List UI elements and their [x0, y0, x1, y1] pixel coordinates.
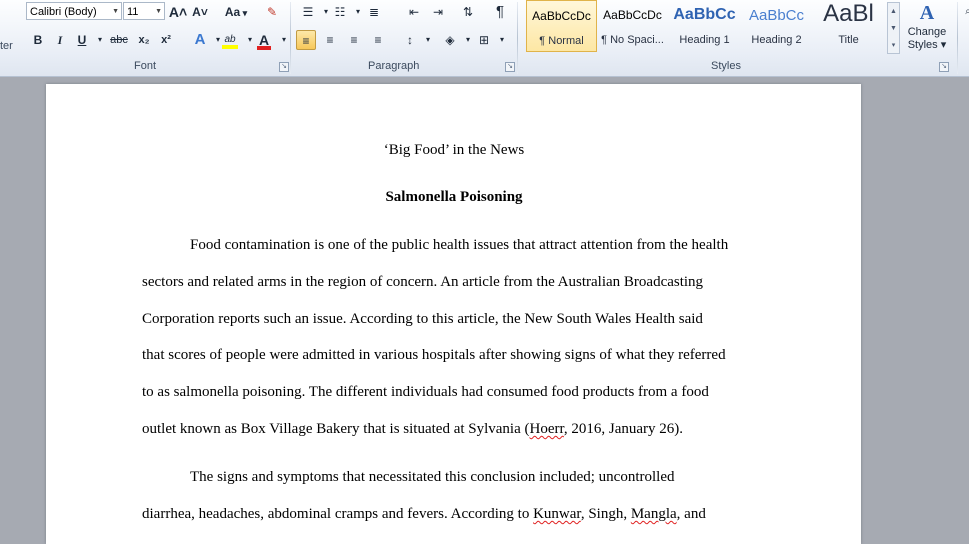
change-case-button[interactable]: Aa ▾ — [222, 2, 250, 22]
font-color-swatch — [257, 46, 271, 50]
grow-font-button[interactable]: A˄ — [168, 2, 188, 22]
spelling-error[interactable]: Kunwar — [533, 506, 581, 522]
highlight-button[interactable]: ab — [220, 30, 240, 50]
font-color-button[interactable]: A — [254, 30, 274, 50]
chevron-down-icon[interactable]: ▾ — [274, 30, 294, 50]
change-styles-label: Change — [907, 26, 947, 38]
more-icon[interactable]: ▾ — [888, 37, 899, 54]
style-sample: AaBbCcDc — [603, 8, 662, 22]
style-sample: AaBbCcDc — [532, 9, 591, 23]
align-right-icon[interactable]: ≡ — [344, 30, 364, 50]
document-heading: Salmonella Poisoning — [385, 189, 523, 205]
styles-gallery: AaBbCcDc ¶ Normal AaBbCcDc ¶ No Spaci...… — [525, 0, 888, 56]
sort-icon[interactable]: ⇅ — [458, 2, 478, 22]
paragraph-line: to as salmonella poisoning. The differen… — [142, 384, 709, 400]
paragraph-line: sectors and related arms in the region o… — [142, 274, 704, 290]
shrink-font-button[interactable]: A˅ — [190, 2, 210, 22]
ribbon-group-labels: Font Paragraph Styles — [0, 59, 969, 75]
underline-button[interactable]: U — [72, 30, 92, 50]
style-normal[interactable]: AaBbCcDc ¶ Normal — [526, 0, 597, 52]
chevron-up-icon[interactable]: ▲ — [888, 3, 899, 20]
style-title[interactable]: AaBl Title — [813, 0, 884, 52]
multilevel-list-icon[interactable]: ≣ — [364, 2, 384, 22]
decrease-indent-icon[interactable]: ⇤ — [404, 2, 424, 22]
font-name-value: Calibri (Body) — [30, 6, 97, 18]
change-styles-button[interactable]: A Change Styles ▾ — [902, 0, 952, 58]
bold-button[interactable]: B — [28, 30, 48, 50]
bullets-icon[interactable]: ☰ — [298, 2, 318, 22]
strikethrough-button[interactable]: abc — [106, 30, 132, 50]
paragraph-line: The signs and symptoms that necessitated… — [190, 469, 675, 485]
paragraph-group-label: Paragraph — [368, 60, 420, 72]
change-styles-icon: A — [919, 2, 935, 24]
subscript-button[interactable]: x₂ — [134, 30, 154, 50]
style-sample: AaBl — [823, 0, 874, 27]
style-heading-1[interactable]: AaBbCc Heading 1 — [669, 0, 740, 52]
numbering-icon[interactable]: ☷ — [330, 2, 350, 22]
style-name: ¶ No Spaci... — [601, 34, 664, 46]
paragraph-line: Corporation reports such an issue. Accor… — [142, 311, 703, 327]
style-name: Title — [838, 34, 859, 46]
style-heading-2[interactable]: AaBbCc Heading 2 — [741, 0, 812, 52]
font-size-combobox[interactable]: 11 ▼ — [123, 2, 165, 20]
style-name: ¶ Normal — [539, 35, 584, 47]
style-no-spacing[interactable]: AaBbCcDc ¶ No Spaci... — [597, 0, 668, 52]
paragraph-line: Food contamination is one of the public … — [190, 237, 729, 253]
increase-indent-icon[interactable]: ⇥ — [428, 2, 448, 22]
clear-formatting-icon[interactable]: ✎ — [262, 2, 282, 22]
chevron-down-icon[interactable]: ▾ — [418, 30, 438, 50]
ribbon: ter Calibri (Body) ▼ 11 ▼ A˄ A˅ Aa ▾ ✎ B… — [0, 0, 969, 77]
document-page[interactable]: ‘Big Food’ in the News Salmonella Poison… — [46, 84, 861, 544]
change-styles-label-2: Styles ▾ — [907, 39, 947, 51]
font-group-label: Font — [134, 60, 157, 72]
paragraph-line: that scores of people were admitted in v… — [142, 347, 726, 363]
spelling-error[interactable]: Hoerr — [530, 421, 564, 437]
chevron-down-icon[interactable]: ▼ — [112, 3, 119, 21]
superscript-button[interactable]: x² — [156, 30, 176, 50]
find-icon[interactable]: ⌕ — [958, 2, 969, 22]
italic-button[interactable]: I — [50, 30, 70, 50]
align-center-icon[interactable]: ≡ — [320, 30, 340, 50]
paragraph-line: diarrhea, headaches, abdominal cramps an… — [142, 506, 706, 522]
font-size-value: 11 — [127, 6, 139, 18]
font-name-combobox[interactable]: Calibri (Body) ▼ — [26, 2, 122, 20]
ribbon-left-fragment: ter — [0, 40, 13, 52]
chevron-down-icon[interactable]: ▾ — [492, 30, 512, 50]
chevron-down-icon[interactable]: ▼ — [155, 3, 162, 21]
spelling-error[interactable]: Mangla — [631, 506, 677, 522]
style-sample: AaBbCc — [673, 6, 736, 23]
borders-icon[interactable]: ⊞ — [474, 30, 494, 50]
text-effects-icon[interactable]: A — [190, 30, 210, 50]
align-left-icon[interactable]: ≡ — [296, 30, 316, 50]
style-sample: AaBbCc — [748, 7, 805, 24]
justify-icon[interactable]: ≡ — [368, 30, 388, 50]
show-formatting-marks-icon[interactable]: ¶ — [490, 2, 510, 22]
style-name: Heading 1 — [679, 34, 730, 46]
document-title: ‘Big Food’ in the News — [383, 142, 525, 158]
highlight-color-swatch — [222, 45, 238, 49]
styles-scroll[interactable]: ▲ ▼ ▾ — [887, 2, 900, 54]
line-spacing-icon[interactable]: ↕ — [400, 30, 420, 50]
shading-icon[interactable]: ◈ — [440, 30, 460, 50]
styles-group-label: Styles — [711, 60, 741, 72]
paragraph-line: outlet known as Box Village Bakery that … — [142, 421, 684, 437]
chevron-down-icon[interactable]: ▼ — [888, 20, 899, 37]
style-name: Heading 2 — [751, 34, 802, 46]
